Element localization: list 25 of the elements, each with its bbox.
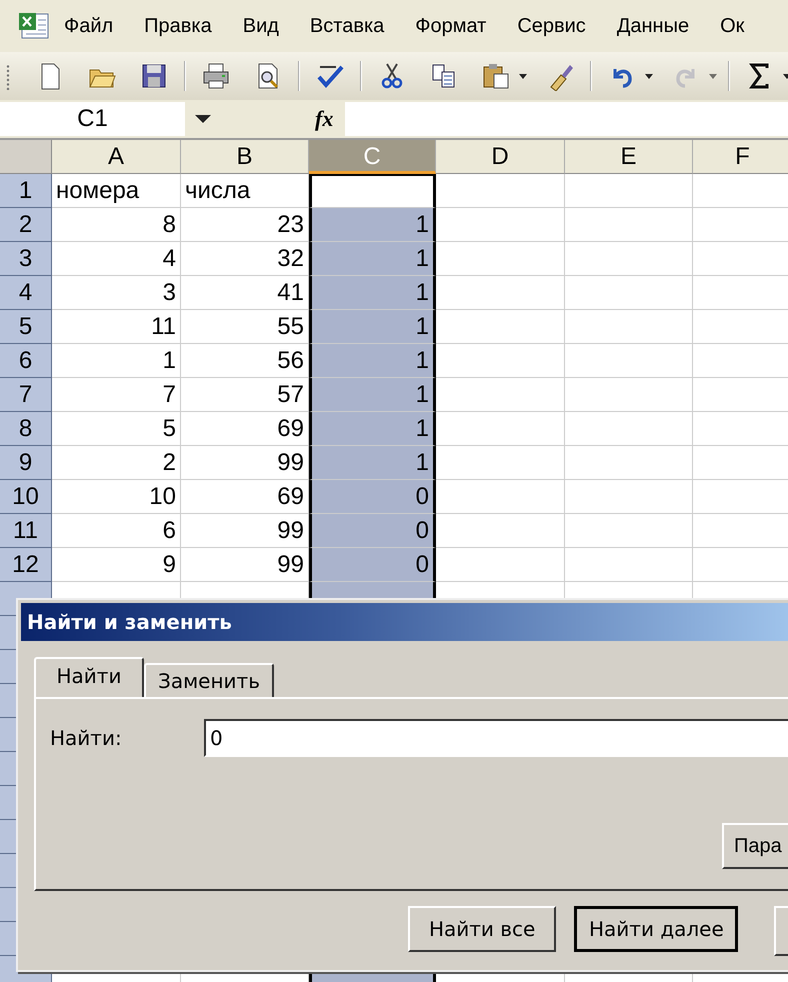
table-cell: 1 <box>309 446 436 480</box>
table-cell: 0 <box>309 480 436 514</box>
table-cell: номера <box>52 174 181 208</box>
table-cell: 10 <box>52 480 181 514</box>
table-cell: 2 <box>52 446 181 480</box>
find-label: Найти: <box>50 726 123 750</box>
table-cell: 0 <box>309 514 436 548</box>
table-cell: 11 <box>52 310 181 344</box>
table-cell: 1 <box>309 242 436 276</box>
table-cell: 1 <box>309 310 436 344</box>
table-cell: 1 <box>52 344 181 378</box>
table-cell: 4 <box>52 242 181 276</box>
table-cell: 3 <box>52 276 181 310</box>
table-cell: 8 <box>52 208 181 242</box>
table-cell: 1 <box>309 344 436 378</box>
dialog-title: Найти и заменить <box>21 603 788 641</box>
table-cell: 9 <box>52 548 181 582</box>
table-cell: 1 <box>309 412 436 446</box>
table-cell: 5 <box>52 412 181 446</box>
table-cell: 1 <box>309 208 436 242</box>
table-cell: 1 <box>309 378 436 412</box>
table-cell: 1 <box>309 276 436 310</box>
table-cell: 0 <box>309 548 436 582</box>
table-cell: 6 <box>52 514 181 548</box>
table-cell: 7 <box>52 378 181 412</box>
